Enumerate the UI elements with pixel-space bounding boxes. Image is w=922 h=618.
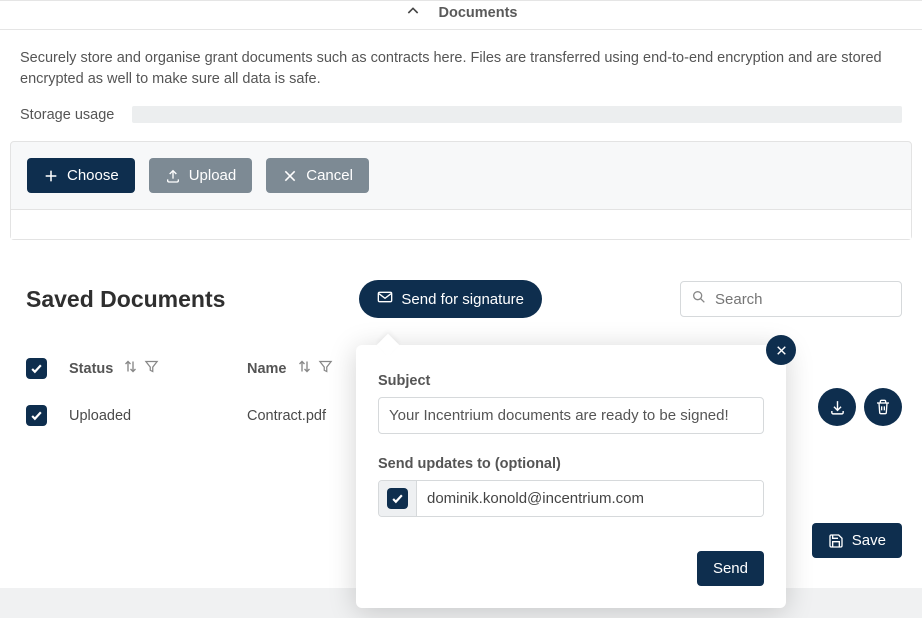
search-box[interactable] [680, 281, 902, 317]
row-actions [818, 388, 902, 426]
updates-checkbox[interactable] [379, 481, 417, 516]
popover-close-button[interactable] [766, 335, 796, 365]
col-status-label: Status [69, 361, 113, 377]
signature-label: Send for signature [401, 291, 524, 308]
upload-button[interactable]: Upload [149, 158, 253, 193]
intro-text: Securely store and organise grant docume… [0, 30, 922, 98]
upload-icon [165, 168, 181, 184]
download-button[interactable] [818, 388, 856, 426]
upload-label: Upload [189, 167, 237, 184]
delete-button[interactable] [864, 388, 902, 426]
close-icon [282, 168, 298, 184]
saved-title: Saved Documents [26, 286, 225, 313]
cancel-label: Cancel [306, 167, 353, 184]
filter-icon[interactable] [318, 359, 333, 378]
accordion-title: Documents [439, 5, 518, 21]
updates-email-input[interactable] [417, 481, 763, 516]
send-label: Send [713, 560, 748, 577]
send-button[interactable]: Send [697, 551, 764, 586]
saved-head: Saved Documents Send for signature [26, 280, 902, 318]
row-status: Uploaded [69, 408, 225, 424]
cancel-button[interactable]: Cancel [266, 158, 369, 193]
search-icon [691, 289, 707, 309]
save-label: Save [852, 532, 886, 549]
save-icon [828, 533, 844, 549]
select-all-checkbox[interactable] [26, 358, 47, 379]
choose-label: Choose [67, 167, 119, 184]
updates-label: Send updates to (optional) [378, 456, 764, 472]
subject-label: Subject [378, 373, 764, 389]
subject-input[interactable] [378, 397, 764, 434]
filter-icon[interactable] [144, 359, 159, 378]
row-name: Contract.pdf [247, 408, 326, 424]
storage-usage: Storage usage [0, 98, 922, 141]
plus-icon [43, 168, 59, 184]
accordion-header[interactable]: Documents [0, 0, 922, 30]
col-name-label: Name [247, 361, 287, 377]
storage-bar [132, 106, 902, 123]
sort-icon[interactable] [123, 359, 138, 378]
upload-toolbar: Choose Upload Cancel [11, 142, 911, 209]
sort-icon[interactable] [297, 359, 312, 378]
signature-popover: Subject Send updates to (optional) Send [356, 345, 786, 608]
upload-dropzone[interactable] [11, 209, 911, 239]
row-checkbox[interactable] [26, 405, 47, 426]
mail-icon [377, 290, 393, 308]
search-input[interactable] [715, 291, 891, 308]
storage-label: Storage usage [20, 107, 114, 123]
send-for-signature-button[interactable]: Send for signature [359, 280, 542, 318]
choose-button[interactable]: Choose [27, 158, 135, 193]
save-button[interactable]: Save [812, 523, 902, 558]
upload-panel: Choose Upload Cancel [10, 141, 912, 240]
chevron-up-icon [405, 3, 421, 23]
